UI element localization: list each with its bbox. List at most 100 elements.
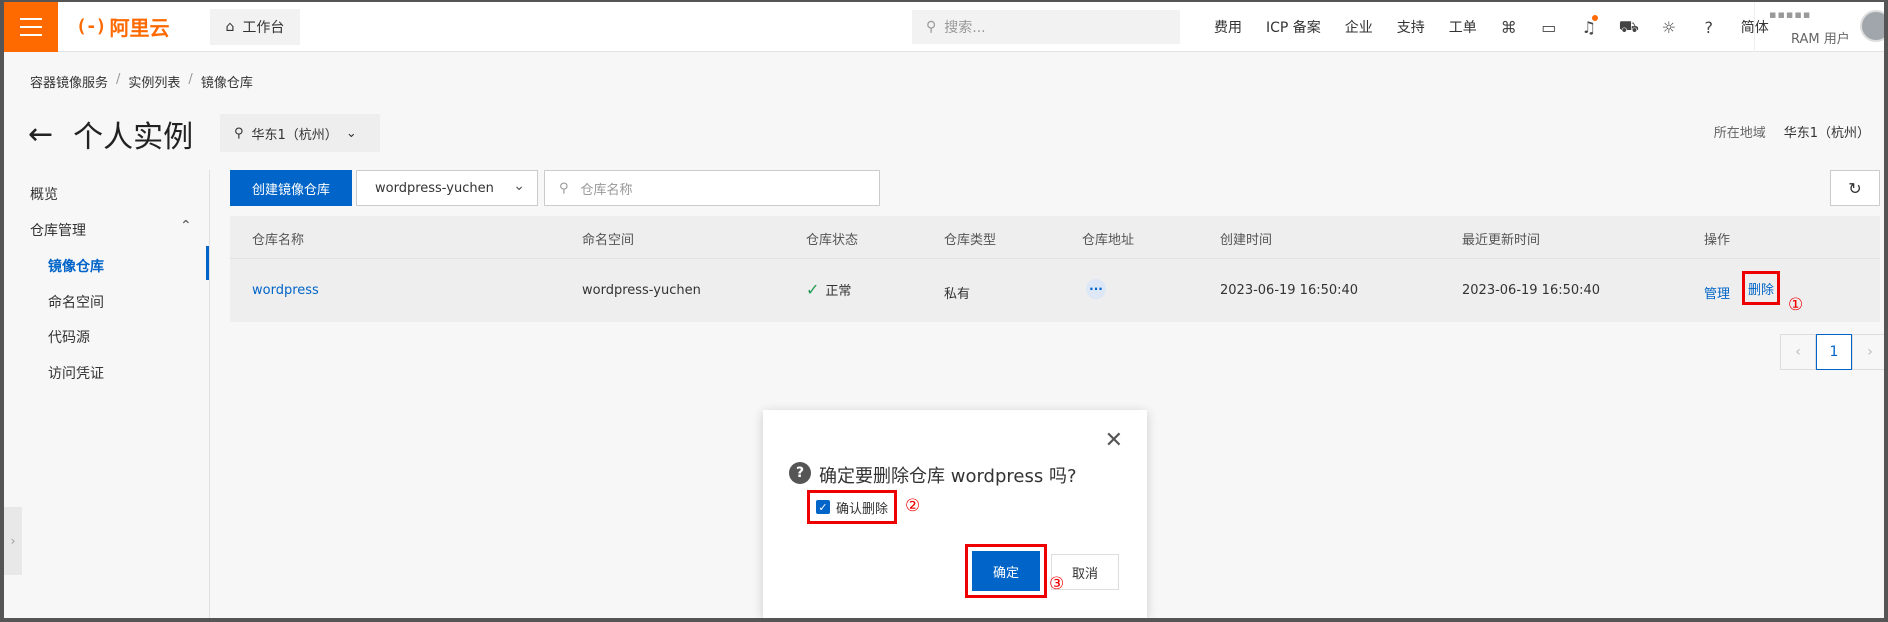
namespace-select[interactable]: wordpress-yuchen ⌄ xyxy=(356,170,538,206)
breadcrumb: 容器镜像服务 / 实例列表 / 镜像仓库 xyxy=(30,72,253,91)
help-icon[interactable]: ? xyxy=(1689,2,1729,52)
sidebar-expand-handle[interactable]: › xyxy=(4,507,22,575)
current-region-label: 所在地域 xyxy=(1713,126,1766,141)
repo-namespace: wordpress-yuchen xyxy=(582,283,701,298)
logo-mark: (-) xyxy=(76,16,106,37)
breadcrumb-separator: / xyxy=(116,72,121,87)
refresh-icon: ↻ xyxy=(1848,178,1862,198)
table-row: wordpress wordpress-yuchen ✓ 正常 私有 ··· 20… xyxy=(230,258,1880,322)
back-arrow-icon[interactable]: ← xyxy=(28,117,53,152)
home-icon: ⌂ xyxy=(225,18,235,35)
page-header: ← 个人实例 xyxy=(28,112,193,156)
ok-button[interactable]: 确定 xyxy=(972,551,1040,591)
create-repo-button[interactable]: 创建镜像仓库 xyxy=(230,170,352,206)
repo-status-text: 正常 xyxy=(825,284,852,299)
nav-link-enterprise[interactable]: 企业 xyxy=(1333,17,1385,37)
sidebar-item-namespaces[interactable]: 命名空间 xyxy=(48,292,104,312)
terminal-icon[interactable]: ▭ xyxy=(1529,2,1569,52)
repo-table: 仓库名称 命名空间 仓库状态 仓库类型 仓库地址 创建时间 最近更新时间 操作 … xyxy=(230,216,1880,322)
breadcrumb-item-repos: 镜像仓库 xyxy=(200,76,253,91)
sidebar-active-indicator xyxy=(206,246,209,280)
sidebar-item-credentials[interactable]: 访问凭证 xyxy=(48,363,104,383)
col-header-namespace: 命名空间 xyxy=(582,233,635,248)
region-selector[interactable]: ⚲ 华东1（杭州） ⌄ xyxy=(220,114,380,152)
step-marker-3: ③ xyxy=(1049,574,1065,594)
col-header-type: 仓库类型 xyxy=(944,233,997,248)
nav-link-icp[interactable]: ICP 备案 xyxy=(1254,17,1333,37)
page-title: 个人实例 xyxy=(73,120,194,155)
avatar[interactable] xyxy=(1860,10,1884,42)
workbench-label: 工作台 xyxy=(242,19,285,36)
cloud-shell-icon[interactable]: ⌘ xyxy=(1489,2,1529,52)
repo-type: 私有 xyxy=(944,287,971,302)
question-icon: ? xyxy=(789,462,811,484)
repo-search-placeholder: 仓库名称 xyxy=(580,182,633,198)
top-right-nav: 费用 ICP 备案 企业 支持 工单 ⌘ ▭ ♫ ⛟ ☼ ? 简体 xyxy=(1202,2,1781,52)
region-selector-label: 华东1（杭州） xyxy=(251,127,338,143)
sidebar-item-image-repos[interactable]: 镜像仓库 xyxy=(48,256,104,276)
sidebar-group-repo-mgmt[interactable]: 仓库管理 xyxy=(30,220,86,240)
refresh-button[interactable]: ↻ xyxy=(1830,170,1880,206)
user-role: RAM 用户 xyxy=(1791,32,1850,47)
global-search[interactable]: ⚲ 搜索... xyxy=(912,10,1180,44)
lightbulb-icon[interactable]: ☼ xyxy=(1649,2,1689,52)
current-region-value: 华东1（杭州） xyxy=(1783,126,1870,141)
breadcrumb-item-service[interactable]: 容器镜像服务 xyxy=(30,72,108,91)
brand-name: 阿里云 xyxy=(109,16,170,40)
repo-address-more[interactable]: ··· xyxy=(1086,279,1106,299)
delete-link[interactable]: 删除 xyxy=(1742,271,1780,305)
nav-link-fees[interactable]: 费用 xyxy=(1202,17,1254,37)
repo-search-input[interactable]: ⚲ 仓库名称 xyxy=(544,170,880,206)
col-header-actions: 操作 xyxy=(1704,233,1731,248)
global-search-placeholder: 搜索... xyxy=(944,20,986,36)
delete-confirm-dialog: ✕ ? 确定要删除仓库 wordpress 吗? ✓ 确认删除 ② 确定 取消 … xyxy=(763,410,1147,618)
confirm-delete-checkbox[interactable]: ✓ 确认删除 xyxy=(807,490,897,524)
pagination: ‹ 1 › xyxy=(1780,334,1884,370)
confirm-delete-label: 确认删除 xyxy=(836,501,889,517)
nav-link-support[interactable]: 支持 xyxy=(1385,17,1437,37)
search-icon: ⚲ xyxy=(559,180,569,196)
check-icon: ✓ xyxy=(806,280,820,299)
nav-link-ticket[interactable]: 工单 xyxy=(1437,17,1489,37)
cart-icon[interactable]: ⛟ xyxy=(1609,2,1649,52)
chevron-down-icon: ⌄ xyxy=(345,125,357,141)
checkbox-checked-icon[interactable]: ✓ xyxy=(816,500,830,514)
next-page-button[interactable]: › xyxy=(1852,334,1884,370)
repo-updated-time: 2023-06-19 16:50:40 xyxy=(1462,283,1601,298)
col-header-created: 创建时间 xyxy=(1220,233,1273,248)
sidebar: 概览 仓库管理 ⌃ 镜像仓库 命名空间 代码源 访问凭证 xyxy=(4,170,210,618)
manage-link[interactable]: 管理 xyxy=(1704,283,1730,302)
top-bar: (-) 阿里云 ⌂ 工作台 ⚲ 搜索... 费用 ICP 备案 企业 支持 工单… xyxy=(4,2,1884,52)
repo-name-link[interactable]: wordpress xyxy=(252,283,319,298)
breadcrumb-separator: / xyxy=(188,72,193,87)
search-icon: ⚲ xyxy=(926,19,937,35)
col-header-address: 仓库地址 xyxy=(1082,233,1135,248)
col-header-updated: 最近更新时间 xyxy=(1462,233,1541,248)
breadcrumb-item-instances[interactable]: 实例列表 xyxy=(128,72,180,91)
user-menu[interactable]: ▪▪▪▪▪ RAM 用户 xyxy=(1754,2,1884,52)
hamburger-menu-icon[interactable] xyxy=(4,2,58,52)
page-button-current[interactable]: 1 xyxy=(1816,334,1852,370)
sidebar-item-overview[interactable]: 概览 xyxy=(30,184,58,204)
repo-created-time: 2023-06-19 16:50:40 xyxy=(1220,283,1359,298)
step-marker-2: ② xyxy=(905,496,921,516)
location-icon: ⚲ xyxy=(234,125,244,141)
console-window: (-) 阿里云 ⌂ 工作台 ⚲ 搜索... 费用 ICP 备案 企业 支持 工单… xyxy=(4,2,1884,618)
bell-icon[interactable]: ♫ xyxy=(1569,2,1609,52)
col-header-status: 仓库状态 xyxy=(806,233,859,248)
sidebar-item-code-source[interactable]: 代码源 xyxy=(48,327,90,347)
table-header: 仓库名称 命名空间 仓库状态 仓库类型 仓库地址 创建时间 最近更新时间 操作 xyxy=(230,216,1880,258)
col-header-name: 仓库名称 xyxy=(252,233,305,248)
notification-dot xyxy=(1591,15,1598,21)
chevron-up-icon[interactable]: ⌃ xyxy=(180,218,192,234)
dialog-message: 确定要删除仓库 wordpress 吗? xyxy=(819,466,1077,487)
user-name: ▪▪▪▪▪ xyxy=(1769,8,1812,21)
prev-page-button[interactable]: ‹ xyxy=(1780,334,1816,370)
workbench-button[interactable]: ⌂ 工作台 xyxy=(209,8,301,45)
current-region: 所在地域 华东1（杭州） xyxy=(1714,122,1870,141)
aliyun-logo[interactable]: (-) 阿里云 xyxy=(76,12,170,41)
step-marker-1: ① xyxy=(1788,295,1804,315)
chevron-down-icon: ⌄ xyxy=(513,178,525,194)
close-icon[interactable]: ✕ xyxy=(1105,428,1123,453)
more-icon: ··· xyxy=(1086,279,1106,299)
